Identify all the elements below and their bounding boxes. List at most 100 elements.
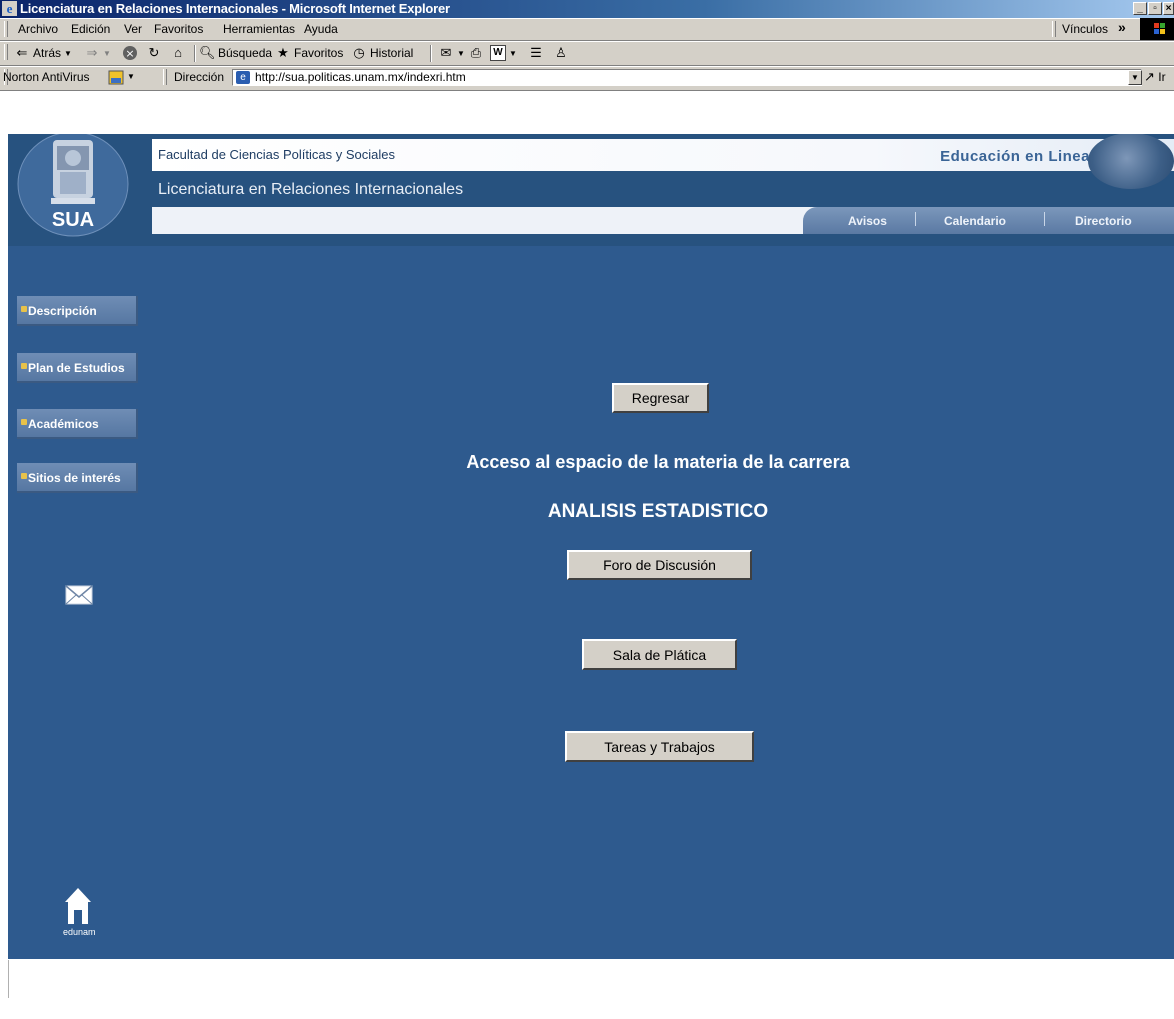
messenger-button[interactable]: ♙	[553, 45, 569, 61]
nav-avisos[interactable]: Avisos	[848, 214, 887, 228]
chevron-more-icon[interactable]: »	[1118, 19, 1126, 35]
toolbar-separator	[430, 45, 432, 62]
bullet-icon	[21, 306, 27, 312]
sidebar-item-label: Plan de Estudios	[28, 361, 125, 375]
mail-icon[interactable]	[65, 585, 93, 605]
stop-icon: ×	[123, 46, 137, 60]
favorites-button[interactable]: ★ Favoritos	[275, 45, 343, 61]
window-title: Licenciatura en Relaciones Internacional…	[20, 1, 450, 16]
menu-favoritos[interactable]: Favoritos	[154, 22, 203, 36]
sidebar-item-label: Sitios de interés	[28, 471, 121, 485]
education-online-label: Educación en Linea	[940, 148, 1090, 165]
menu-bar: Archivo Edición Ver Favoritos Herramient…	[0, 18, 1174, 41]
nav-separator	[1044, 212, 1045, 226]
page-icon: e	[236, 71, 250, 84]
tareas-y-trabajos-button[interactable]: Tareas y Trabajos	[565, 731, 754, 762]
print-button[interactable]: ⎙	[468, 45, 484, 61]
address-dropdown-button[interactable]: ▼	[1128, 70, 1142, 85]
links-label[interactable]: Vínculos	[1062, 22, 1108, 36]
norton-shield-icon[interactable]	[108, 70, 124, 85]
menu-archivo[interactable]: Archivo	[18, 22, 58, 36]
foro-de-discusion-button[interactable]: Foro de Discusión	[567, 550, 752, 580]
bullet-icon	[21, 363, 27, 369]
sidebar-item-sitios-de-interes[interactable]: Sitios de interés	[17, 463, 138, 493]
search-label: Búsqueda	[218, 46, 273, 60]
logo-text: SUA	[52, 209, 94, 231]
refresh-icon: ↻	[148, 45, 160, 60]
forward-dropdown-icon[interactable]: ▼	[103, 49, 111, 58]
frame-border-line	[8, 960, 9, 998]
menu-ver[interactable]: Ver	[124, 22, 142, 36]
sidebar-item-label: Académicos	[28, 417, 99, 431]
windows-flag-icon	[1154, 23, 1165, 34]
norton-antivirus-label[interactable]: Norton AntiVirus	[3, 70, 90, 84]
nav-directorio[interactable]: Directorio	[1075, 214, 1132, 228]
program-title: Licenciatura en Relaciones Internacional…	[158, 181, 464, 198]
menu-bar-grip[interactable]	[4, 21, 8, 37]
refresh-button[interactable]: ↻	[146, 45, 162, 61]
page-viewport: SUA Facultad de Ciencias Políticas y Soc…	[8, 134, 1174, 959]
regresar-button[interactable]: Regresar	[612, 383, 709, 413]
search-button[interactable]: 🔍︎ Búsqueda	[199, 45, 272, 61]
window-title-bar: e Licenciatura en Relaciones Internacion…	[0, 0, 1174, 18]
toolbar-grip[interactable]	[4, 44, 8, 60]
maximize-button[interactable]: ▫	[1148, 2, 1162, 15]
history-button[interactable]: ◷ Historial	[351, 45, 413, 61]
bullet-icon	[21, 419, 27, 425]
back-button[interactable]: ⇐ Atrás ▼	[14, 45, 72, 61]
sala-de-platica-button[interactable]: Sala de Plática	[582, 639, 737, 670]
subject-title: ANALISIS ESTADISTICO	[547, 501, 769, 522]
address-url: http://sua.politicas.unam.mx/indexri.htm	[255, 70, 466, 84]
faculty-name: Facultad de Ciencias Políticas y Sociale…	[158, 147, 396, 162]
address-input[interactable]: e http://sua.politicas.unam.mx/indexri.h…	[232, 69, 1142, 86]
home-toolbar-icon: ⌂	[174, 45, 182, 60]
edit-word-button[interactable]: W ▼	[490, 45, 517, 61]
search-icon: 🔍︎	[199, 45, 216, 60]
mail-dropdown-icon[interactable]: ▼	[457, 49, 465, 58]
bullet-icon	[21, 473, 27, 479]
faculty-banner: Facultad de Ciencias Políticas y Sociale…	[152, 134, 1174, 189]
stop-button[interactable]: ×	[122, 45, 138, 61]
print-icon: ⎙	[470, 45, 482, 60]
go-label: Ir	[1158, 70, 1166, 84]
back-dropdown-icon[interactable]: ▼	[64, 49, 72, 58]
sua-unam-logo: SUA	[17, 134, 129, 237]
history-icon: ◷	[353, 45, 365, 60]
favorites-label: Favoritos	[294, 46, 344, 60]
close-button[interactable]: ×	[1163, 2, 1174, 15]
viewport-top-margin	[0, 91, 1174, 134]
menu-ayuda[interactable]: Ayuda	[304, 22, 338, 36]
sidebar-item-academicos[interactable]: Académicos	[17, 409, 138, 439]
go-button[interactable]: ↗ Ir	[1144, 69, 1166, 85]
norton-dropdown-icon[interactable]: ▼	[127, 72, 135, 81]
home-toolbar-button[interactable]: ⌂	[170, 45, 186, 61]
menu-herramientas[interactable]: Herramientas	[223, 22, 295, 36]
discuss-button[interactable]: ☰	[528, 45, 544, 61]
favorites-icon: ★	[277, 45, 289, 60]
nav-calendario[interactable]: Calendario	[944, 214, 1006, 228]
sidebar-item-label: Descripción	[28, 304, 97, 318]
home-link[interactable]: edunam	[63, 886, 96, 938]
group-photo-image	[1088, 134, 1174, 189]
address-grip[interactable]	[163, 69, 167, 85]
back-arrow-icon: ⇐	[16, 45, 28, 60]
home-label: edunam	[63, 927, 96, 937]
forward-arrow-icon: ⇒	[86, 45, 98, 60]
svg-text:×: ×	[125, 47, 134, 60]
top-navigation: Avisos Calendario Directorio	[803, 207, 1174, 234]
menu-edicion[interactable]: Edición	[71, 22, 110, 36]
address-toolbar: Norton AntiVirus ▼ Dirección e http://su…	[0, 66, 1174, 91]
edit-dropdown-icon[interactable]: ▼	[509, 49, 517, 58]
svg-text:e: e	[7, 1, 13, 16]
forward-button[interactable]: ⇒ ▼	[84, 45, 111, 61]
minimize-button[interactable]: _	[1133, 2, 1147, 15]
toolbar-separator	[194, 45, 196, 62]
address-label: Dirección	[174, 70, 225, 84]
sidebar-item-plan-de-estudios[interactable]: Plan de Estudios	[17, 353, 138, 383]
links-grip[interactable]	[1052, 21, 1056, 37]
mail-toolbar-button[interactable]: ✉ ▼	[438, 45, 465, 61]
document-icon: ☰	[530, 45, 542, 60]
go-arrow-icon: ↗	[1144, 69, 1155, 84]
history-label: Historial	[370, 46, 414, 60]
sidebar-item-descripcion[interactable]: Descripción	[17, 296, 138, 326]
